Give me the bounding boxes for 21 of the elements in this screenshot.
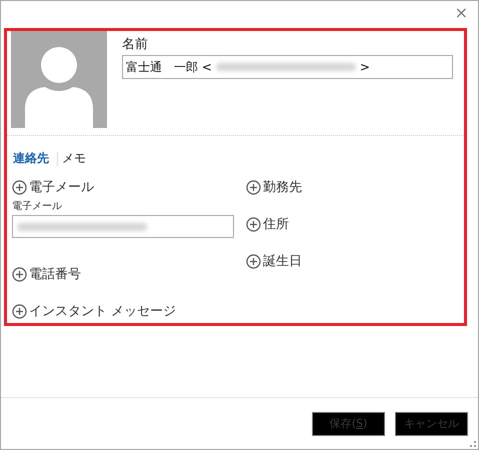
plus-circle-icon xyxy=(246,254,261,268)
plus-circle-icon xyxy=(12,180,27,194)
add-field-button[interactable]: 勤務先 xyxy=(246,177,302,197)
add-field-button[interactable]: 住所 xyxy=(246,214,289,234)
add-field-button[interactable]: 電子メール xyxy=(12,177,94,197)
plus-circle-icon xyxy=(12,266,27,282)
avatar-icon xyxy=(11,31,107,128)
tab[interactable]: 連絡先 xyxy=(13,150,53,167)
add-field-button[interactable]: 電話番号 xyxy=(12,264,81,284)
plus-circle-icon xyxy=(246,216,261,232)
resize-grip-icon xyxy=(470,441,476,447)
tab[interactable]: メモ xyxy=(62,150,90,167)
name-label: 名前 xyxy=(122,36,149,53)
plus-circle-icon xyxy=(246,180,261,194)
field-label: 電子メール xyxy=(12,200,63,213)
plus-circle-icon xyxy=(12,304,27,318)
add-field-button[interactable]: 誕生日 xyxy=(246,251,302,271)
add-field-button[interactable]: インスタント メッセージ xyxy=(12,301,176,321)
email-input-field[interactable] xyxy=(12,215,234,238)
name-input-field[interactable]: 富士通 一郎 < > xyxy=(122,55,453,79)
close-button[interactable]: × xyxy=(454,1,478,21)
